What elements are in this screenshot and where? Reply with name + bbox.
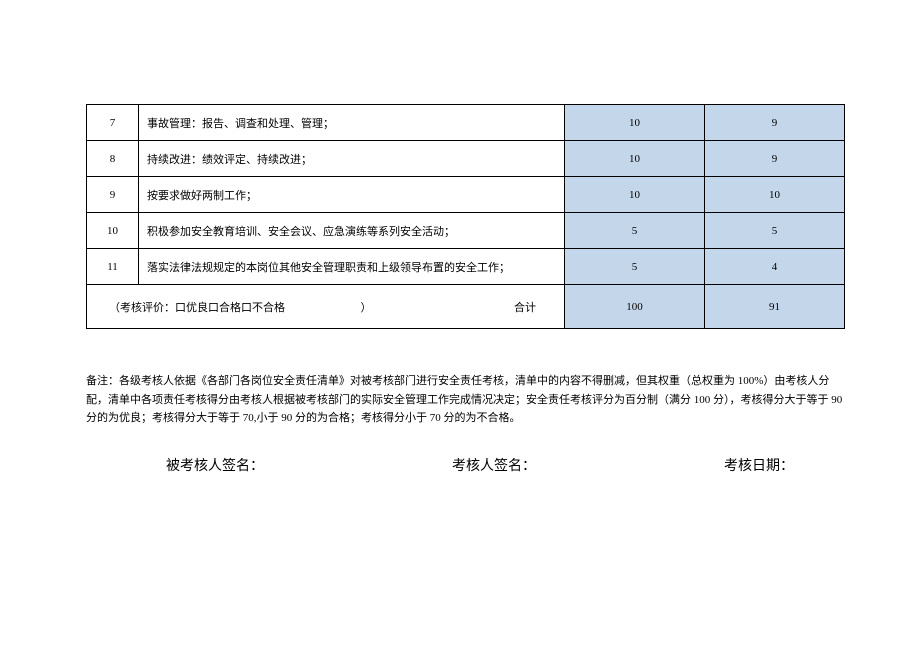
summary-row: （考核评价：口优良口合格口不合格 ） 合计 100 91 bbox=[87, 285, 845, 329]
examiner-signature-label: 考核人签名： bbox=[452, 455, 536, 475]
table-row: 9 按要求做好两制工作； 10 10 bbox=[87, 177, 845, 213]
table-row: 8 持续改进：绩效评定、持续改进； 10 9 bbox=[87, 141, 845, 177]
examinee-signature-label: 被考核人签名： bbox=[166, 455, 264, 475]
row-number: 11 bbox=[87, 249, 139, 285]
assessment-date-label: 考核日期： bbox=[724, 455, 794, 475]
row-weight: 10 bbox=[565, 177, 705, 213]
row-weight: 5 bbox=[565, 249, 705, 285]
notes-text: 备注：各级考核人依据《各部门各岗位安全责任清单》对被考核部门进行安全责任考核，清… bbox=[86, 372, 844, 428]
row-score: 9 bbox=[705, 141, 845, 177]
evaluation-label: （考核评价：口优良口合格口不合格 bbox=[109, 299, 285, 315]
row-score: 9 bbox=[705, 105, 845, 141]
row-description: 事故管理：报告、调查和处理、管理； bbox=[139, 105, 565, 141]
row-description: 按要求做好两制工作； bbox=[139, 177, 565, 213]
evaluation-paren: ） bbox=[361, 302, 372, 314]
table-row: 10 积极参加安全教育培训、安全会议、应急演练等系列安全活动； 5 5 bbox=[87, 213, 845, 249]
row-score: 5 bbox=[705, 213, 845, 249]
assessment-table: 7 事故管理：报告、调查和处理、管理； 10 9 8 持续改进：绩效评定、持续改… bbox=[86, 104, 845, 329]
row-description: 落实法律法规规定的本岗位其他安全管理职责和上级领导布置的安全工作； bbox=[139, 249, 565, 285]
row-description: 持续改进：绩效评定、持续改进； bbox=[139, 141, 565, 177]
total-label: 合计 bbox=[514, 299, 556, 315]
row-score: 4 bbox=[705, 249, 845, 285]
total-score: 91 bbox=[705, 285, 845, 329]
total-weight: 100 bbox=[565, 285, 705, 329]
row-weight: 10 bbox=[565, 141, 705, 177]
row-number: 8 bbox=[87, 141, 139, 177]
row-number: 7 bbox=[87, 105, 139, 141]
row-number: 9 bbox=[87, 177, 139, 213]
row-weight: 10 bbox=[565, 105, 705, 141]
table-row: 11 落实法律法规规定的本岗位其他安全管理职责和上级领导布置的安全工作； 5 4 bbox=[87, 249, 845, 285]
assessment-table-container: 7 事故管理：报告、调查和处理、管理； 10 9 8 持续改进：绩效评定、持续改… bbox=[86, 104, 844, 329]
row-number: 10 bbox=[87, 213, 139, 249]
row-weight: 5 bbox=[565, 213, 705, 249]
row-description: 积极参加安全教育培训、安全会议、应急演练等系列安全活动； bbox=[139, 213, 565, 249]
summary-label-cell: （考核评价：口优良口合格口不合格 ） 合计 bbox=[87, 285, 565, 329]
row-score: 10 bbox=[705, 177, 845, 213]
table-row: 7 事故管理：报告、调查和处理、管理； 10 9 bbox=[87, 105, 845, 141]
signatures-row: 被考核人签名： 考核人签名： 考核日期： bbox=[86, 455, 844, 475]
